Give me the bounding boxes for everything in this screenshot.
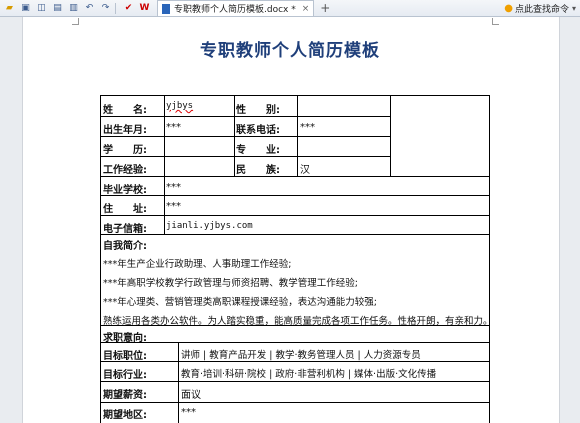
school-value[interactable]: *** [166,182,181,193]
name-value[interactable]: yjbys [166,101,193,111]
table-border [164,95,165,234]
expected-region-label: 期望地区: [103,410,147,421]
chevron-down-icon[interactable]: ▾ [572,4,576,13]
self-intro-line[interactable]: ***年生产企业行政助理、人事助理工作经验; [103,256,291,270]
table-border [100,361,489,362]
document-tab[interactable]: 专职教师个人简历模板.docx * × [157,0,315,16]
command-search-label: 点此查找命令 [514,4,569,15]
target-position-value[interactable]: 讲师 | 教育产品开发 | 教学·教务管理人员 | 人力资源专员 [181,347,421,361]
target-industry-value[interactable]: 教育·培训·科研·院校 | 政府·非营利机构 | 媒体·出版·文化传播 [181,366,436,380]
table-border [100,176,489,177]
email-label: 电子信箱: [103,224,147,235]
table-border [489,95,490,423]
save-as-icon[interactable]: ◫ [36,3,47,14]
birth-label: 出生年月: [103,125,147,136]
expected-salary-label: 期望薪资: [103,390,147,401]
education-label: 学 历: [103,145,147,156]
target-position-label: 目标职位: [103,351,147,362]
table-border [100,136,390,137]
crop-mark-right [492,18,499,25]
check-icon[interactable]: ✔ [123,3,134,14]
crop-mark-left [72,18,79,25]
undo-icon[interactable]: ↶ [84,3,95,14]
new-tab-button[interactable]: + [320,1,330,15]
page-title: 专职教师个人简历模板 [200,41,380,61]
target-industry-label: 目标行业: [103,370,147,381]
self-intro-heading: 自我简介: [103,241,147,252]
document-tab-title: 专职教师个人简历模板.docx * [174,5,296,15]
table-border [100,381,489,382]
self-intro-line[interactable]: ***年高职学校教学行政管理与师资招聘、教学管理工作经验; [103,275,358,289]
table-border [100,156,390,157]
email-value[interactable]: jianli.yjbys.com [166,221,253,231]
table-border [234,95,235,176]
gender-label: 性 别: [236,105,280,116]
toolbar-divider [115,2,116,14]
major-label: 专 业: [236,145,280,156]
intent-heading: 求职意向: [103,333,147,344]
wps-logo-icon[interactable]: W [139,3,150,14]
word-document-icon [162,3,170,14]
redo-icon[interactable]: ↷ [100,3,111,14]
expected-salary-value[interactable]: 面议 [181,386,201,401]
print-preview-icon[interactable]: ▥ [68,3,79,14]
table-border [100,402,489,403]
table-border [297,95,298,176]
table-border [100,95,101,423]
table-border [100,234,489,235]
ethnicity-label: 民 族: [236,165,280,176]
table-border [100,342,489,343]
table-border [100,195,489,196]
self-intro-line[interactable]: 熟练运用各类办公软件。为人踏实稳重，能高质量完成各项工作任务。性格开朗，有亲和力… [103,313,493,327]
phone-value[interactable]: *** [300,122,315,133]
lightbulb-icon: ● [504,2,513,14]
table-border [100,116,390,117]
experience-label: 工作经验: [103,165,147,176]
ethnicity-value[interactable]: 汉 [300,161,310,176]
folder-open-icon[interactable]: ▰ [4,3,15,14]
table-border [178,342,179,423]
address-label: 住 址: [103,204,147,215]
name-label: 姓 名: [103,105,147,116]
table-border [100,95,489,96]
birth-value[interactable]: *** [166,122,181,133]
save-icon[interactable]: ▣ [20,3,31,14]
quick-access-toolbar: ▰ ▣ ◫ ▤ ▥ ↶ ↷ ✔ W 专职教师个人简历模板.docx * × + … [0,0,580,17]
close-tab-icon[interactable]: × [302,4,310,14]
table-border [390,95,391,176]
expected-region-value[interactable]: *** [181,407,196,418]
command-search[interactable]: ● 点此查找命令 ▾ [504,1,576,15]
table-border [100,215,489,216]
print-icon[interactable]: ▤ [52,3,63,14]
address-value[interactable]: *** [166,201,181,212]
phone-label: 联系电话: [236,125,280,136]
self-intro-line[interactable]: ***年心理类、营销管理类高职课程授课经验，表达沟通能力较强; [103,294,377,308]
school-label: 毕业学校: [103,185,147,196]
